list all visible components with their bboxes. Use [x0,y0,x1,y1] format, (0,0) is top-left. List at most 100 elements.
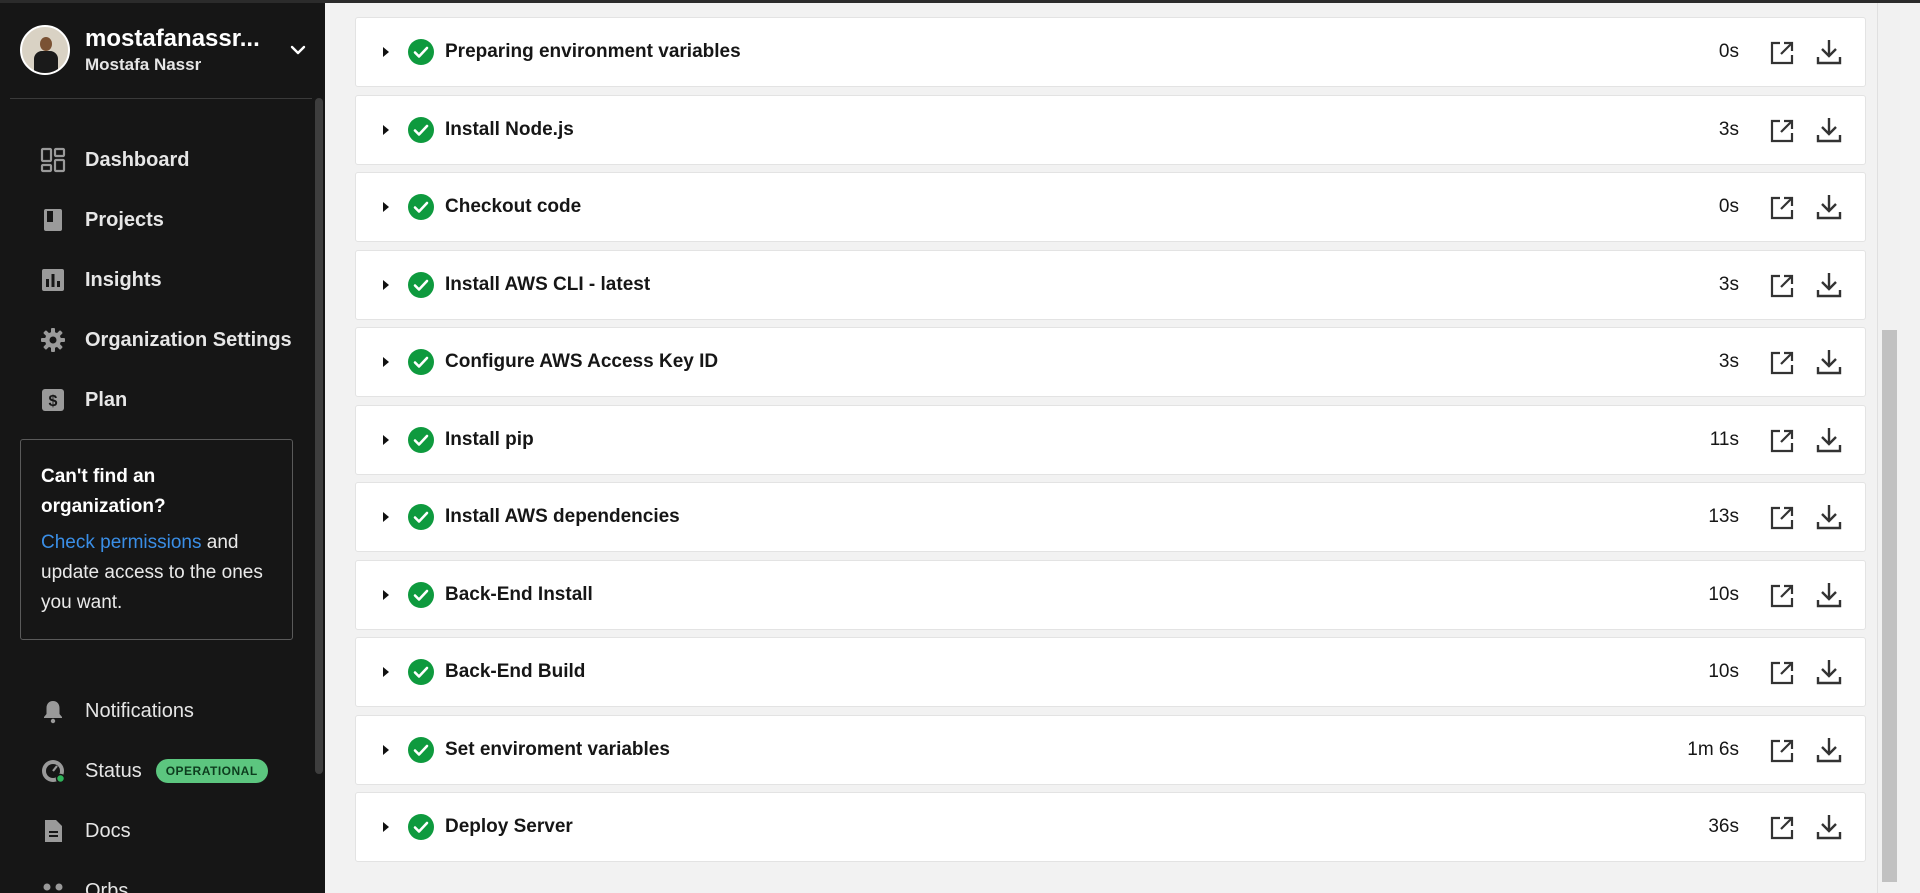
bar-chart-icon [42,269,64,291]
open-external-icon[interactable] [1769,273,1795,299]
sidebar-item-orbs[interactable]: Orbs [40,861,268,893]
sidebar-item-docs[interactable]: Docs [40,801,268,861]
speedometer-icon [42,760,66,784]
sidebar-item-organization-settings[interactable]: Organization Settings [40,310,292,370]
step-duration: 0s [1718,196,1739,217]
sidebar-item-label: Orbs [85,879,129,893]
sidebar-item-dashboard[interactable]: Dashboard [40,130,292,190]
sidebar-item-label: Status [85,759,142,782]
help-card: Can't find an organization? Check permis… [20,439,293,640]
sidebar-item-label: Organization Settings [85,328,292,351]
step-row[interactable]: Install AWS CLI - latest 3s [355,249,1866,320]
chevron-down-icon[interactable] [286,38,310,62]
expand-caret-icon[interactable] [383,744,389,755]
success-check-icon [408,814,434,840]
expand-caret-icon[interactable] [383,667,389,677]
download-icon[interactable] [1815,503,1843,531]
expand-caret-icon[interactable] [383,279,389,290]
step-name: Preparing environment variables [445,41,741,62]
success-check-icon [408,659,434,685]
step-row[interactable]: Checkout code 0s [355,172,1866,242]
step-name: Back-End Install [445,583,593,605]
download-icon[interactable] [1815,658,1843,686]
expand-caret-icon[interactable] [383,589,389,600]
document-icon [45,820,62,842]
sidebar-scrollbar[interactable] [315,98,323,774]
sidebar-item-notifications[interactable]: Notifications [40,681,268,741]
download-icon[interactable] [1815,116,1843,144]
sidebar-divider [10,98,312,99]
status-badge: OPERATIONAL [155,759,268,783]
main-scrollbar-thumb[interactable] [1882,330,1897,882]
help-card-body: Check permissions and update access to t… [41,528,272,618]
expand-caret-icon[interactable] [383,357,389,367]
step-duration: 1m 6s [1687,738,1739,760]
expand-caret-icon[interactable] [383,434,389,445]
expand-caret-icon[interactable] [383,202,389,212]
step-row[interactable]: Deploy Server 36s [355,792,1866,862]
gear-icon [41,328,65,352]
step-name: Deploy Server [445,816,573,837]
download-icon[interactable] [1815,38,1843,66]
sidebar-nav: Dashboard Projects Insights Organization… [40,130,292,430]
download-icon[interactable] [1815,736,1843,764]
sidebar-item-insights[interactable]: Insights [40,250,292,310]
download-icon[interactable] [1815,813,1843,841]
sidebar-item-label: Docs [85,819,131,842]
step-row[interactable]: Preparing environment variables 0s [355,17,1866,87]
sidebar: mostafanassr... Mostafa Nassr Dashboard … [0,0,325,893]
step-row[interactable]: Set enviroment variables 1m 6s [355,714,1866,785]
org-switcher[interactable]: mostafanassr... Mostafa Nassr [20,24,310,76]
download-icon[interactable] [1815,581,1843,609]
step-row[interactable]: Install AWS dependencies 13s [355,482,1866,552]
expand-caret-icon[interactable] [383,822,389,832]
open-external-icon[interactable] [1769,350,1795,376]
step-duration: 3s [1718,351,1739,372]
sidebar-item-status[interactable]: Status OPERATIONAL [40,741,268,801]
step-duration: 10s [1708,661,1739,682]
success-check-icon [408,736,434,763]
success-check-icon [408,271,434,298]
open-external-icon[interactable] [1769,40,1795,66]
open-external-icon[interactable] [1769,118,1795,144]
success-check-icon [408,504,434,530]
main-content: Preparing environment variables 0s Install… [325,0,1900,893]
main-scrollbar[interactable] [1877,0,1900,893]
step-row[interactable]: Install pip 11s [355,404,1866,475]
open-external-icon[interactable] [1769,660,1795,686]
download-icon[interactable] [1815,193,1843,221]
step-duration: 11s [1709,428,1739,450]
open-external-icon[interactable] [1769,428,1795,454]
step-row[interactable]: Configure AWS Access Key ID 3s [355,327,1866,397]
step-duration: 3s [1718,273,1739,295]
sidebar-item-label: Notifications [85,699,194,722]
dashboard-icon [40,147,66,173]
step-duration: 36s [1708,816,1739,837]
download-icon[interactable] [1815,271,1843,299]
sidebar-item-label: Insights [85,268,162,291]
expand-caret-icon[interactable] [383,124,389,135]
step-row[interactable]: Install Node.js 3s [355,94,1866,165]
success-check-icon [408,194,434,220]
download-icon[interactable] [1815,348,1843,376]
expand-caret-icon[interactable] [383,512,389,522]
sidebar-item-plan[interactable]: $ Plan [40,370,292,430]
expand-caret-icon[interactable] [383,47,389,57]
download-icon[interactable] [1815,426,1843,454]
success-check-icon [408,39,434,65]
bell-icon [44,701,62,724]
open-external-icon[interactable] [1769,815,1795,841]
step-row[interactable]: Back-End Build 10s [355,637,1866,707]
open-external-icon[interactable] [1769,738,1795,764]
sidebar-item-projects[interactable]: Projects [40,190,292,250]
book-icon [44,209,62,231]
open-external-icon[interactable] [1769,505,1795,531]
open-external-icon[interactable] [1769,583,1795,609]
check-permissions-link[interactable]: Check permissions [41,532,202,553]
orbs-icon [43,883,63,891]
step-name: Checkout code [445,196,582,217]
step-name: Install pip [445,428,534,450]
help-card-title: Can't find an organization? [41,466,166,517]
step-row[interactable]: Back-End Install 10s [355,559,1866,630]
open-external-icon[interactable] [1769,195,1795,221]
